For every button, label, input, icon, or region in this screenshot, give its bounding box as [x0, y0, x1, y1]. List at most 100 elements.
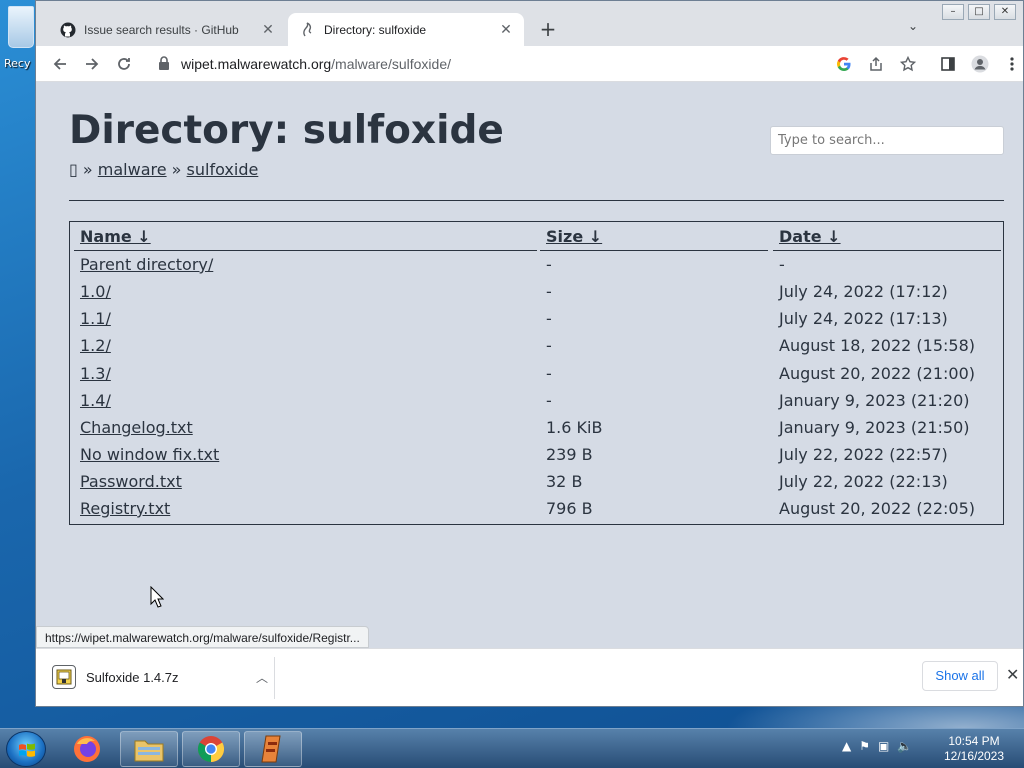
page-favicon-icon: [300, 21, 316, 38]
file-size: 796 B: [546, 499, 593, 518]
archive-file-icon: [52, 665, 76, 689]
side-panel-icon[interactable]: [936, 52, 960, 76]
recycle-bin-label: Recy: [4, 57, 31, 70]
breadcrumb-malware-link[interactable]: malware: [98, 160, 167, 179]
chevron-up-icon[interactable]: ︿: [252, 669, 272, 686]
minimize-button[interactable]: –: [942, 4, 964, 20]
winrar-taskbar-button[interactable]: [244, 731, 302, 767]
file-link[interactable]: Parent directory/: [80, 255, 213, 274]
tab-directory-sulfoxide[interactable]: Directory: sulfoxide ✕: [288, 13, 524, 46]
close-shelf-icon[interactable]: ✕: [1006, 665, 1019, 684]
file-link[interactable]: No window fix.txt: [80, 445, 219, 464]
recycle-bin-icon: [8, 6, 34, 48]
link-status-bubble: https://wipet.malwarewatch.org/malware/s…: [36, 626, 369, 648]
forward-arrow-icon[interactable]: [80, 52, 104, 76]
url-text: wipet.malwarewatch.org/malware/sulfoxide…: [181, 56, 451, 72]
file-date: August 20, 2022 (22:05): [779, 499, 976, 518]
firefox-taskbar-button[interactable]: [58, 731, 116, 767]
breadcrumb-home-link[interactable]: ▯: [69, 160, 78, 179]
table-row: Parent directory/ - -: [70, 252, 1003, 279]
file-explorer-taskbar-button[interactable]: [120, 731, 178, 767]
search-input[interactable]: Type to search...: [770, 126, 1004, 155]
lock-icon[interactable]: [157, 55, 171, 75]
file-size: -: [546, 282, 552, 301]
menu-kebab-icon[interactable]: [1000, 52, 1024, 76]
close-tab-icon[interactable]: ✕: [498, 21, 514, 38]
archive-app-icon: [261, 735, 281, 763]
back-arrow-icon[interactable]: [48, 52, 72, 76]
file-date: July 24, 2022 (17:12): [779, 282, 948, 301]
show-hidden-icons-chevron-icon[interactable]: ▲: [842, 739, 851, 753]
google-lens-icon[interactable]: [832, 52, 856, 76]
address-bar[interactable]: wipet.malwarewatch.org/malware/sulfoxide…: [149, 50, 864, 78]
maximize-button[interactable]: □: [968, 4, 990, 20]
breadcrumb-sulfoxide-link[interactable]: sulfoxide: [187, 160, 259, 179]
file-date: January 9, 2023 (21:20): [779, 391, 970, 410]
table-row: 1.1/ - July 24, 2022 (17:13): [70, 306, 1003, 333]
table-row: 1.4/ - January 9, 2023 (21:20): [70, 388, 1003, 415]
file-link[interactable]: Changelog.txt: [80, 418, 193, 437]
directory-listing-table: Name ↓ Size ↓ Date ↓ Parent directory/ -…: [69, 221, 1004, 525]
folder-icon: [134, 740, 164, 762]
file-size: 239 B: [546, 445, 593, 464]
download-file-name: Sulfoxide 1.4.7z: [86, 669, 179, 685]
file-size: 1.6 KiB: [546, 418, 603, 437]
taskbar-clock[interactable]: 10:54 PM 12/16/2023: [934, 734, 1014, 764]
system-tray: ▲ ⚑ ▣ 🔈: [842, 739, 912, 753]
table-row: No window fix.txt 239 B July 22, 2022 (2…: [70, 442, 1003, 469]
tab-search-chevron-icon[interactable]: ⌄: [908, 19, 918, 33]
table-row: Changelog.txt 1.6 KiB January 9, 2023 (2…: [70, 415, 1003, 442]
chrome-icon: [197, 736, 225, 763]
network-icon[interactable]: ▣: [878, 739, 889, 753]
table-row: 1.3/ - August 20, 2022 (21:00): [70, 361, 1003, 388]
file-date: July 22, 2022 (22:13): [779, 472, 948, 491]
clock-date: 12/16/2023: [943, 749, 1005, 763]
sort-by-date-link[interactable]: Date ↓: [779, 227, 841, 246]
file-link[interactable]: 1.4/: [80, 391, 111, 410]
sort-by-size-link[interactable]: Size ↓: [546, 227, 602, 246]
file-link[interactable]: 1.3/: [80, 364, 111, 383]
sort-by-name-link[interactable]: Name ↓: [80, 227, 151, 246]
action-center-flag-icon[interactable]: ⚑: [859, 739, 870, 753]
close-window-button[interactable]: ✕: [994, 4, 1016, 20]
clock-time: 10:54 PM: [948, 734, 1000, 748]
file-date: January 9, 2023 (21:50): [779, 418, 970, 437]
file-date: August 18, 2022 (15:58): [779, 336, 976, 355]
browser-toolbar: wipet.malwarewatch.org/malware/sulfoxide…: [36, 46, 1023, 82]
breadcrumb-separator: »: [166, 160, 187, 179]
header-underline: [74, 250, 537, 251]
download-item[interactable]: Sulfoxide 1.4.7z ︿: [52, 661, 272, 693]
start-button[interactable]: [6, 731, 46, 767]
table-header-row: Name ↓ Size ↓ Date ↓: [70, 224, 1003, 251]
windows-logo-icon: [19, 743, 35, 757]
breadcrumb: ▯ » malware » sulfoxide: [69, 160, 258, 179]
file-size: -: [546, 336, 552, 355]
file-size: -: [546, 391, 552, 410]
file-size: -: [546, 364, 552, 383]
file-link[interactable]: 1.1/: [80, 309, 111, 328]
show-all-downloads-button[interactable]: Show all: [922, 661, 998, 691]
profile-avatar-icon[interactable]: [968, 52, 992, 76]
breadcrumb-separator: »: [77, 160, 98, 179]
close-tab-icon[interactable]: ✕: [260, 21, 276, 38]
divider: [274, 657, 275, 699]
file-link[interactable]: 1.2/: [80, 336, 111, 355]
download-shelf: Sulfoxide 1.4.7z ︿ Show all ✕: [36, 648, 1023, 706]
file-link[interactable]: Registry.txt: [80, 499, 170, 518]
volume-icon[interactable]: 🔈: [897, 739, 912, 753]
reload-icon[interactable]: [112, 52, 136, 76]
file-size: -: [546, 255, 552, 274]
tab-title: Issue search results · GitHub: [84, 22, 239, 37]
firefox-icon: [74, 736, 100, 762]
file-link[interactable]: Password.txt: [80, 472, 182, 491]
file-link[interactable]: 1.0/: [80, 282, 111, 301]
table-row: Registry.txt 796 B August 20, 2022 (22:0…: [70, 496, 1003, 523]
file-date: July 22, 2022 (22:57): [779, 445, 948, 464]
chrome-taskbar-button[interactable]: [182, 731, 240, 767]
tab-github-issues[interactable]: Issue search results · GitHub ✕: [48, 13, 286, 46]
new-tab-button[interactable]: +: [536, 15, 560, 43]
share-icon[interactable]: [864, 52, 888, 76]
tab-strip: Issue search results · GitHub ✕ Director…: [36, 1, 1023, 46]
bookmark-star-icon[interactable]: [896, 52, 920, 76]
recycle-bin-desktop-icon[interactable]: Recy: [4, 6, 38, 70]
